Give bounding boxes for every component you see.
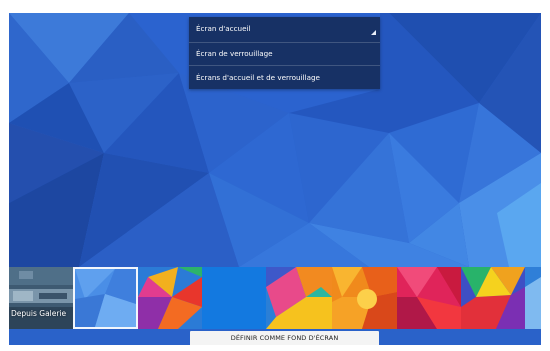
blue-polygon-thumbnail-image [75,269,136,327]
wallpaper-thumbnail-colorful-2[interactable] [266,267,332,329]
wallpaper-thumbnail-colorful-4[interactable] [397,267,461,329]
dropdown-option-home-and-lock[interactable]: Écrans d'accueil et de verrouillage [189,65,380,89]
dropdown-corner-arrow-icon [371,30,376,35]
colorful-polygon-thumbnail-image [138,267,202,329]
set-as-wallpaper-button[interactable]: DÉFINIR COMME FOND D'ÉCRAN [190,331,379,345]
wallpaper-thumbnail-colorful-3[interactable] [332,267,397,329]
solid-blue-thumbnail-image [202,267,266,329]
bottom-action-bar: DÉFINIR COMME FOND D'ÉCRAN [9,329,541,345]
wallpaper-thumbnail-partial[interactable] [525,267,541,329]
from-gallery-label: Depuis Galerie [11,309,67,318]
from-gallery-thumbnail[interactable]: Depuis Galerie [9,267,73,329]
wallpaper-thumbnail-colorful-1[interactable] [138,267,202,329]
orange-cubes-thumbnail-image [266,267,332,329]
multicolor-shard-thumbnail-image [461,267,525,329]
wallpaper-thumbnail-solid-blue[interactable] [202,267,266,329]
wallpaper-thumbnail-strip: Depuis Galerie [9,267,541,329]
fiery-orange-thumbnail-image [332,267,397,329]
wallpaper-thumbnail-selected[interactable] [73,267,138,329]
wallpaper-thumbnail-colorful-5[interactable] [461,267,525,329]
dropdown-option-lock-screen[interactable]: Écran de verrouillage [189,42,380,64]
wallpaper-picker-screen: Écran d'accueil Écran de verrouillage Éc… [9,13,541,345]
magenta-red-thumbnail-image [397,267,461,329]
dropdown-selected-option[interactable]: Écran d'accueil [189,17,380,41]
screen-target-dropdown[interactable]: Écran d'accueil Écran de verrouillage Éc… [189,17,380,89]
partial-thumbnail-image [525,267,541,329]
gallery-preview-image [9,267,73,329]
